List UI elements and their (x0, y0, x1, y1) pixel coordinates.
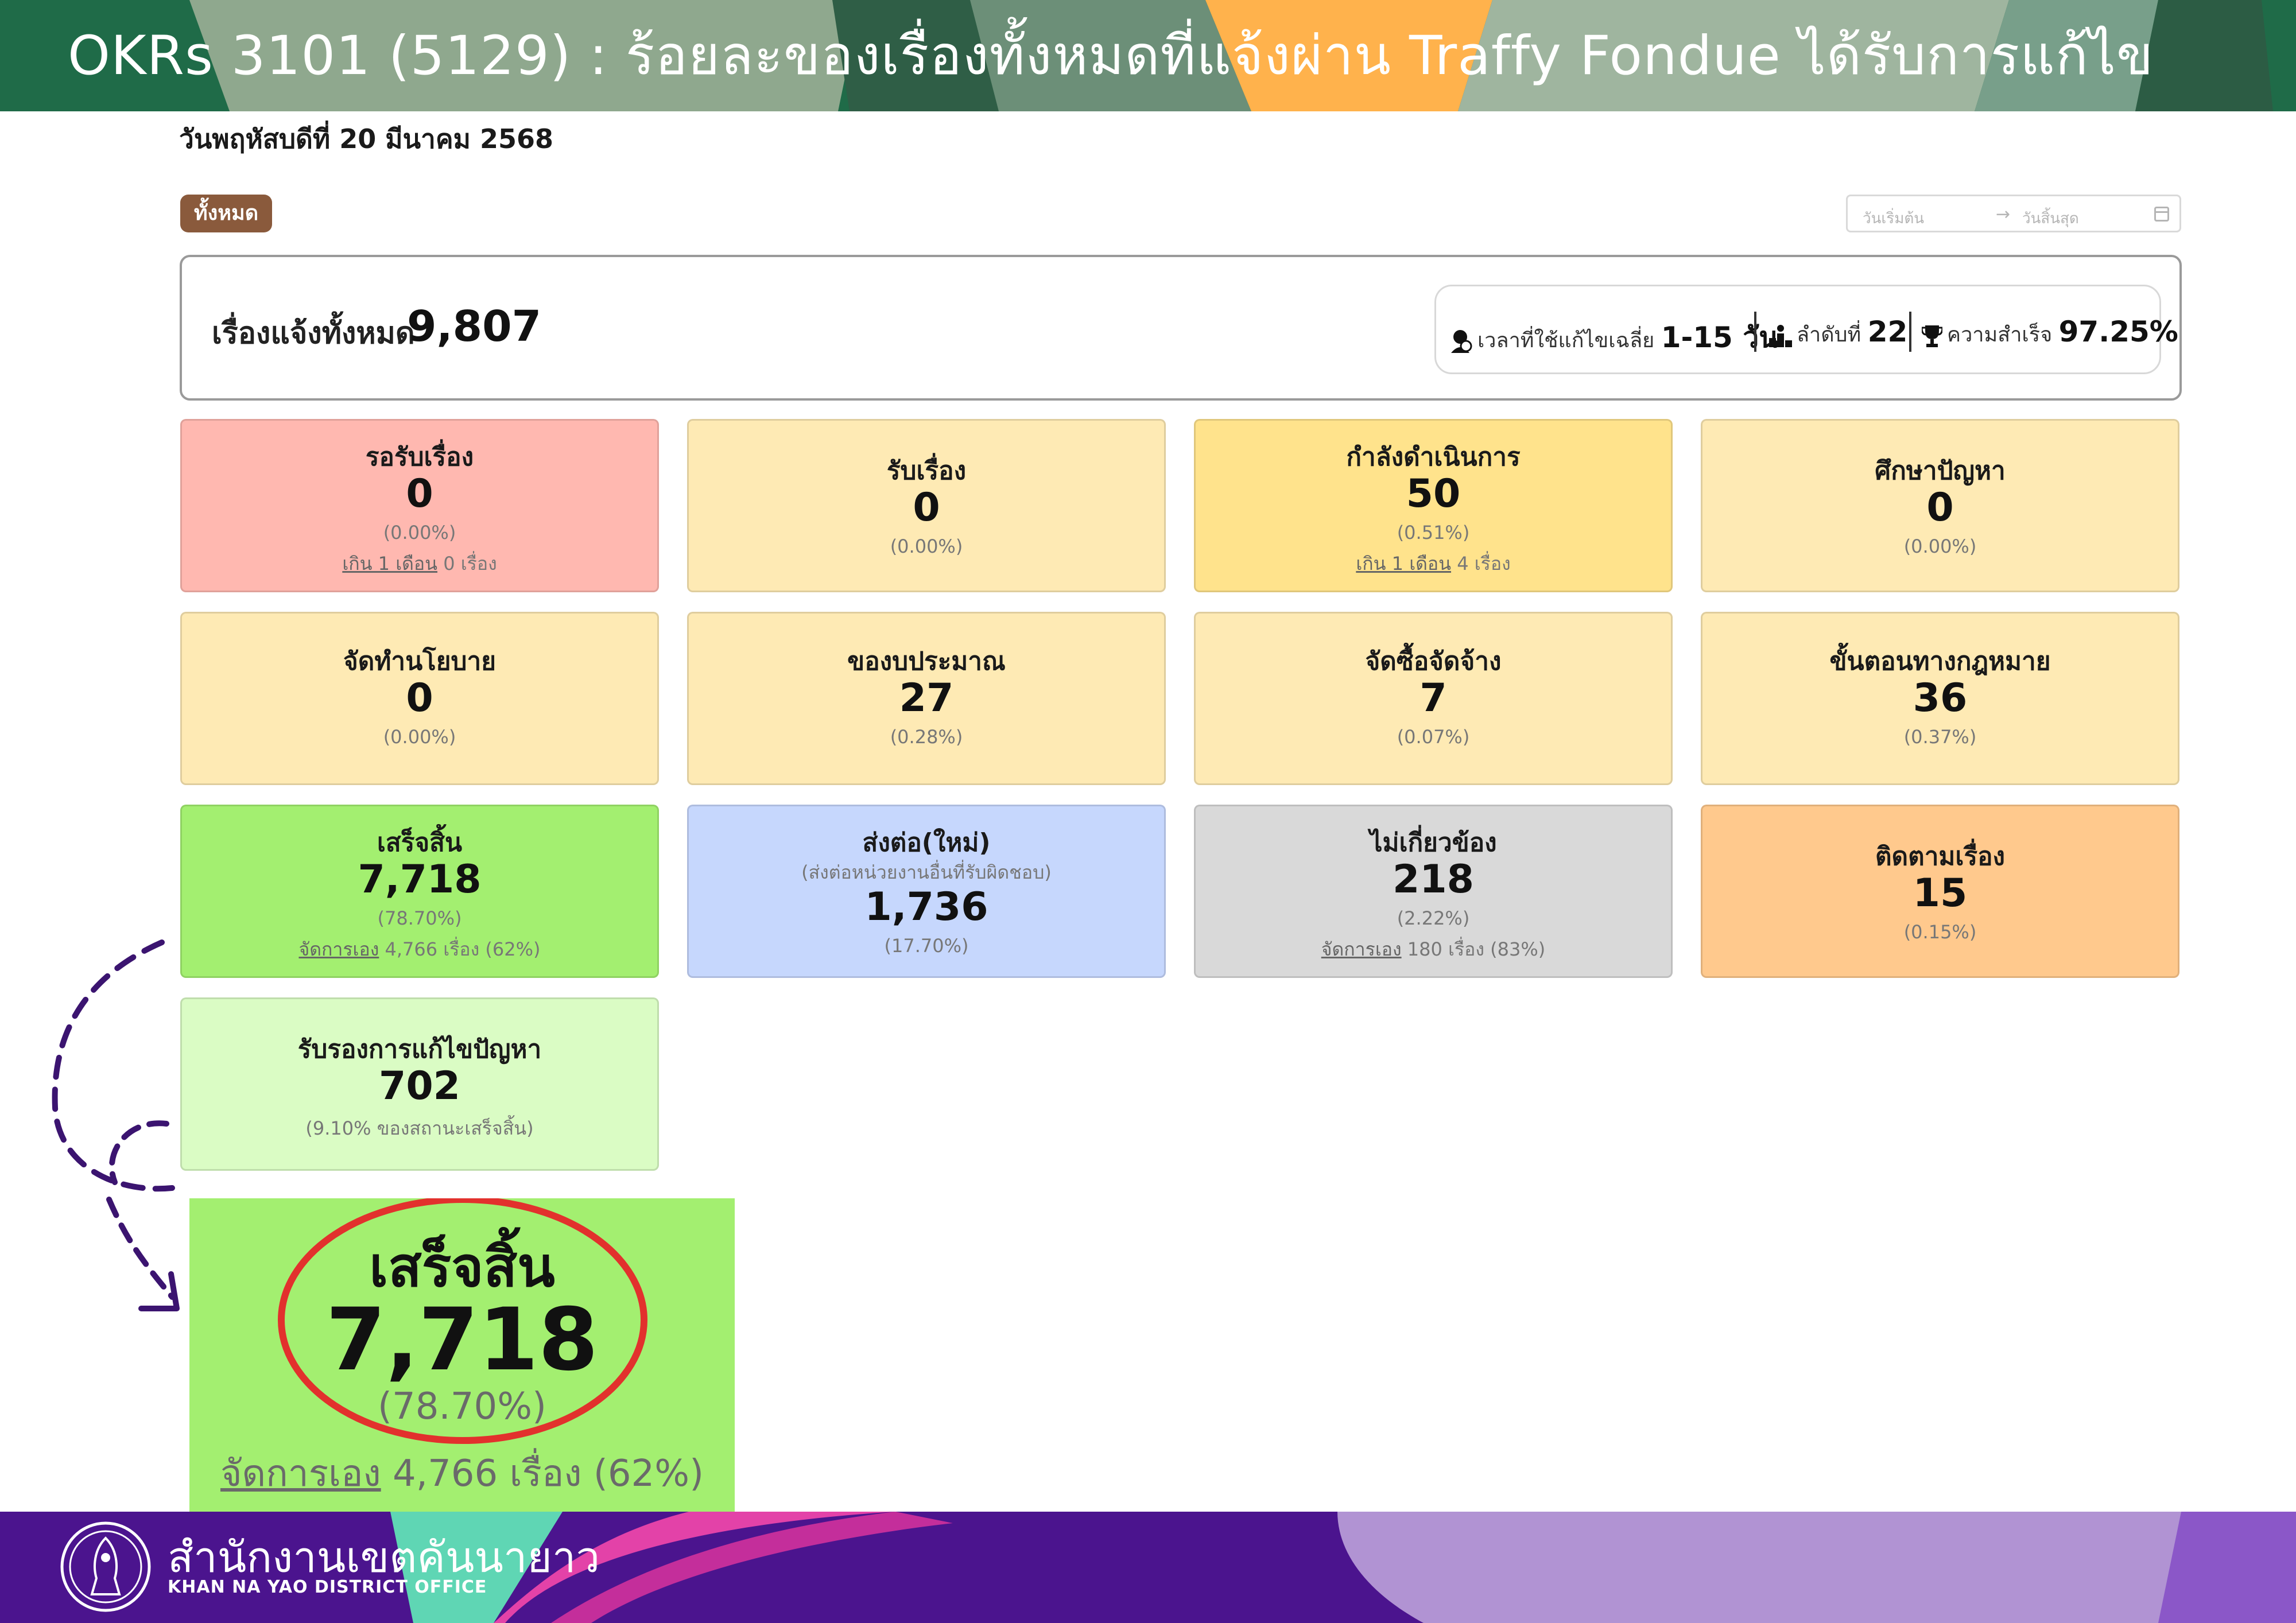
card-percent: (0.00%) (383, 522, 456, 543)
success-label: ความสำเร็จ (1947, 323, 2053, 347)
annotation-arrow (52, 939, 180, 1311)
card-value: 27 (899, 675, 954, 721)
status-card-legal[interactable]: ขั้นตอนทางกฎหมาย 36 (0.37%) (1701, 612, 2179, 785)
start-date-input[interactable]: วันเริ่มต้น (1863, 207, 1924, 230)
rank-stat: ลำดับที่ 22 (1769, 315, 1907, 351)
range-arrow-icon: → (1996, 204, 2011, 224)
card-value: 15 (1913, 871, 1968, 916)
card-sub: จัดการเอง 180 เรื่อง (83%) (1196, 935, 1671, 964)
card-value: 1,736 (864, 884, 988, 930)
card-percent: (0.28%) (890, 726, 963, 748)
ranking-icon (1769, 325, 1792, 347)
zoom-callout-completed: เสร็จสิ้น 7,718 (78.70%) จัดการเอง 4,766… (189, 1198, 735, 1513)
card-sub-text: 0 เรื่อง (437, 553, 497, 574)
status-card-pending[interactable]: รอรับเรื่อง 0 (0.00%) เกิน 1 เดือน 0 เรื… (180, 419, 659, 592)
avg-time-label: เวลาที่ใช้แก้ไขเฉลี่ย (1477, 329, 1655, 352)
divider (1909, 312, 1911, 352)
trophy-icon (1922, 325, 1942, 347)
card-percent: (9.10% ของสถานะเสร็จสิ้น) (305, 1117, 534, 1139)
card-percent: (0.07%) (1397, 726, 1470, 748)
status-card-policy[interactable]: จัดทำนโยบาย 0 (0.00%) (180, 612, 659, 785)
card-percent: (0.15%) (1903, 921, 1977, 943)
status-card-procurement[interactable]: จัดซื้อจัดจ้าง 7 (0.07%) (1194, 612, 1673, 785)
card-value: 50 (1406, 471, 1461, 517)
card-sub-link[interactable]: จัดการเอง (1321, 938, 1402, 960)
card-value: 0 (1926, 485, 1954, 530)
status-card-budget[interactable]: ของบประมาณ 27 (0.28%) (687, 612, 1166, 785)
district-seal-icon (60, 1521, 151, 1612)
highlight-circle (278, 1198, 647, 1444)
status-card-irrelevant[interactable]: ไม่เกี่ยวข้อง 218 (2.22%) จัดการเอง 180 … (1194, 805, 1673, 978)
card-sub-link[interactable]: เกิน 1 เดือน (342, 553, 437, 574)
card-percent: (0.00%) (890, 535, 963, 557)
status-card-certified[interactable]: รับรองการแก้ไขปัญหา 702 (9.10% ของสถานะเ… (180, 997, 659, 1171)
report-date: วันพฤหัสบดีที่ 20 มีนาคม 2568 (179, 123, 554, 154)
filter-all-button[interactable]: ทั้งหมด (180, 195, 272, 232)
card-sub-text: 4,766 เรื่อง (62%) (379, 938, 541, 960)
card-value: 0 (913, 485, 940, 530)
card-percent: (0.37%) (1903, 726, 1977, 748)
card-subtitle: (ส่งต่อหน่วยงานอื่นที่รับผิดชอบ) (801, 861, 1052, 883)
card-percent: (2.22%) (1397, 907, 1470, 929)
card-value: 218 (1393, 857, 1474, 902)
card-sub-link[interactable]: เกิน 1 เดือน (1356, 553, 1451, 574)
status-card-completed[interactable]: เสร็จสิ้น 7,718 (78.70%) จัดการเอง 4,766… (180, 805, 659, 978)
card-percent: (0.00%) (1903, 535, 1977, 557)
card-percent: (78.70%) (377, 907, 462, 929)
status-card-study[interactable]: ศึกษาปัญหา 0 (0.00%) (1701, 419, 2179, 592)
divider (1754, 312, 1756, 352)
status-card-forwarded[interactable]: ส่งต่อ(ใหม่) (ส่งต่อหน่วยงานอื่นที่รับผิ… (687, 805, 1166, 978)
card-title: ส่งต่อ(ใหม่) (862, 828, 991, 857)
card-sub-text: 180 เรื่อง (83%) (1401, 938, 1546, 960)
footer-office-name-en: KHAN NA YAO DISTRICT OFFICE (168, 1577, 487, 1597)
card-value: 36 (1913, 675, 1968, 721)
card-value: 7 (1420, 675, 1447, 721)
card-sub: จัดการเอง 4,766 เรื่อง (62%) (182, 935, 657, 964)
card-value: 0 (406, 675, 433, 721)
summary-panel: เรื่องแจ้งทั้งหมด 9,807 เวลาที่ใช้แก้ไขเ… (180, 255, 2182, 401)
date-range-picker[interactable]: วันเริ่มต้น → วันสิ้นสุด (1846, 195, 2181, 232)
page-title: OKRs 3101 (5129) : ร้อยละของเรื่องทั้งหม… (68, 25, 2154, 87)
summary-total: 9,807 (407, 302, 542, 351)
card-sub: เกิน 1 เดือน 4 เรื่อง (1196, 549, 1671, 578)
user-clock-icon (1451, 330, 1472, 353)
rank-value: 22 (1867, 315, 1908, 348)
success-stat: ความสำเร็จ 97.25% (1922, 315, 2178, 351)
summary-label: เรื่องแจ้งทั้งหมด (212, 316, 415, 351)
avg-time-stat: เวลาที่ใช้แก้ไขเฉลี่ย 1-15 วัน (1450, 315, 1778, 360)
card-value: 7,718 (358, 857, 482, 902)
card-percent: (0.51%) (1397, 522, 1470, 543)
card-value: 0 (406, 471, 433, 517)
card-sub-text: 4 เรื่อง (1451, 553, 1511, 574)
card-sub-link[interactable]: จัดการเอง (298, 938, 379, 960)
rank-label: ลำดับที่ (1797, 323, 1861, 347)
status-card-received[interactable]: รับเรื่อง 0 (0.00%) (687, 419, 1166, 592)
card-value: 702 (379, 1063, 460, 1109)
card-percent: (17.70%) (884, 935, 969, 957)
avg-time-value: 1-15 วัน (1661, 321, 1779, 354)
status-card-in-progress[interactable]: กำลังดำเนินการ 50 (0.51%) เกิน 1 เดือน 4… (1194, 419, 1673, 592)
calendar-icon[interactable] (2154, 207, 2169, 222)
success-value: 97.25% (2058, 315, 2178, 348)
stats-box: เวลาที่ใช้แก้ไขเฉลี่ย 1-15 วัน ลำดับที่ … (1434, 285, 2178, 374)
card-percent: (0.00%) (383, 726, 456, 748)
header-banner: OKRs 3101 (5129) : ร้อยละของเรื่องทั้งหม… (0, 0, 2296, 111)
end-date-input[interactable]: วันสิ้นสุด (2022, 207, 2079, 230)
status-card-follow-up[interactable]: ติดตามเรื่อง 15 (0.15%) (1701, 805, 2179, 978)
card-sub: เกิน 1 เดือน 0 เรื่อง (182, 549, 657, 578)
